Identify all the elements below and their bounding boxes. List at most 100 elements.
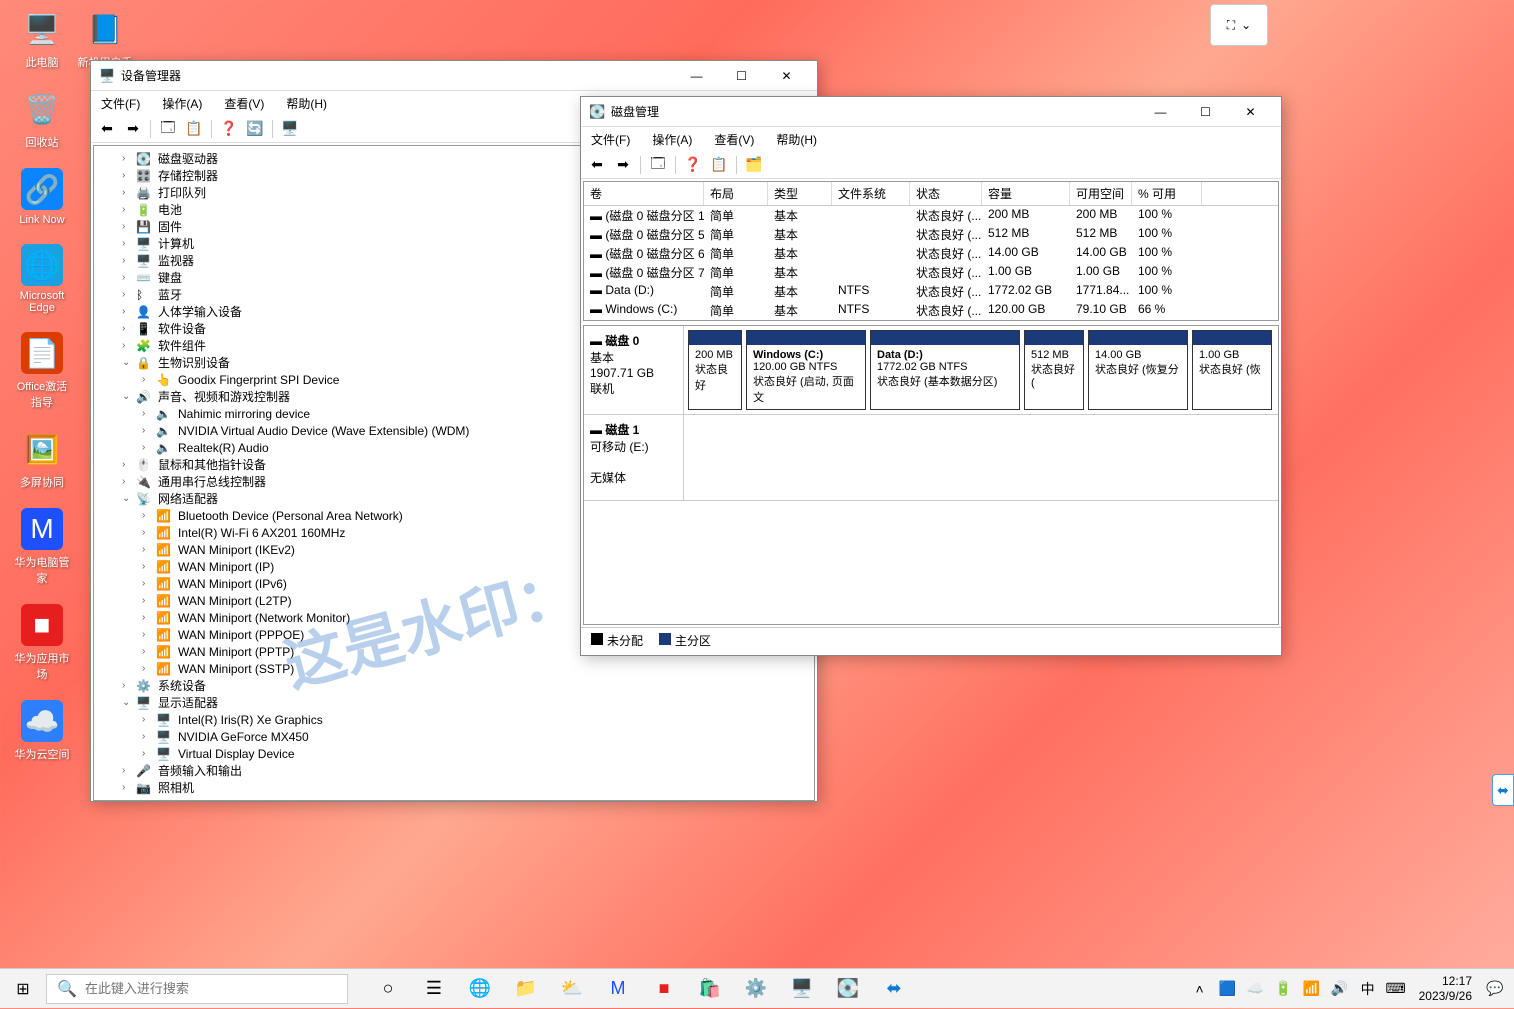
notification-button[interactable]: 💬 (1484, 980, 1506, 997)
table-header[interactable]: 卷 布局 类型 文件系统 状态 容量 可用空间 % 可用 (584, 182, 1278, 206)
desktop-icon[interactable]: 🔗Link Now (12, 168, 72, 226)
teamviewer-taskbar-icon[interactable]: ⬌ (872, 969, 916, 1009)
col-filesystem[interactable]: 文件系统 (832, 182, 910, 205)
volume-row[interactable]: ▬ (磁盘 0 磁盘分区 5)简单基本状态良好 (...512 MB512 MB… (584, 225, 1278, 244)
desktop-icon[interactable]: ☁️华为云空间 (12, 700, 72, 762)
desktop-icon[interactable]: 🌐Microsoft Edge (12, 244, 72, 314)
desktop-icon[interactable]: 🖥️此电脑 (12, 8, 72, 70)
expand-caret[interactable]: › (122, 323, 136, 334)
tray-wifi-icon[interactable]: 📶 (1301, 980, 1323, 997)
scan-button[interactable]: 🖥️ (278, 118, 302, 140)
titlebar[interactable]: 🖥️ 设备管理器 — ☐ ✕ (91, 61, 817, 91)
desktop-icon[interactable]: 🗑️回收站 (12, 88, 72, 150)
menu-item[interactable]: 操作(A) (158, 93, 206, 114)
expand-caret[interactable]: › (142, 595, 156, 606)
partition[interactable]: 1.00 GB状态良好 (恢 (1192, 330, 1272, 410)
tray-chevron-icon[interactable]: ˄ (1189, 981, 1211, 997)
partition[interactable]: Windows (C:)120.00 GB NTFS状态良好 (启动, 页面文 (746, 330, 866, 410)
menu-item[interactable]: 帮助(H) (772, 129, 821, 150)
tree-node[interactable]: ›⚙️系统设备 (94, 677, 814, 694)
expand-caret[interactable]: ⌄ (122, 391, 136, 402)
expand-caret[interactable]: › (122, 238, 136, 249)
partition[interactable]: 512 MB状态良好 ( (1024, 330, 1084, 410)
back-button[interactable]: ⬅ (585, 154, 609, 176)
help-button[interactable]: ❓ (217, 118, 241, 140)
disk-row[interactable]: ▬ 磁盘 1可移动 (E:)无媒体 (584, 415, 1278, 501)
expand-caret[interactable]: › (142, 714, 156, 725)
expand-caret[interactable]: › (122, 782, 136, 793)
expand-caret[interactable]: › (122, 255, 136, 266)
tray-app-icon[interactable]: 🟦 (1217, 980, 1239, 997)
desktop-icon[interactable]: M华为电脑管家 (12, 508, 72, 586)
expand-caret[interactable]: › (142, 442, 156, 453)
close-button[interactable]: ✕ (1228, 98, 1273, 126)
expand-caret[interactable]: › (122, 765, 136, 776)
col-status[interactable]: 状态 (910, 182, 982, 205)
desktop-icon[interactable]: 🖼️多屏协同 (12, 428, 72, 490)
volume-table[interactable]: 卷 布局 类型 文件系统 状态 容量 可用空间 % 可用 ▬ (磁盘 0 磁盘分… (583, 181, 1279, 321)
menu-item[interactable]: 文件(F) (97, 93, 144, 114)
tree-node[interactable]: ›📶WAN Miniport (SSTP) (94, 660, 814, 677)
menu-item[interactable]: 帮助(H) (282, 93, 331, 114)
minimize-button[interactable]: — (1138, 98, 1183, 126)
col-free[interactable]: 可用空间 (1070, 182, 1132, 205)
expand-caret[interactable]: › (122, 170, 136, 181)
partition[interactable]: Data (D:)1772.02 GB NTFS状态良好 (基本数据分区) (870, 330, 1020, 410)
minimize-button[interactable]: — (674, 62, 719, 90)
help-button[interactable]: ❓ (681, 154, 705, 176)
expand-caret[interactable]: › (122, 340, 136, 351)
menu-item[interactable]: 操作(A) (648, 129, 696, 150)
desktop-icon[interactable]: ■华为应用市场 (12, 604, 72, 682)
expand-caret[interactable]: › (142, 374, 156, 385)
tray-cloud-icon[interactable]: ☁️ (1245, 980, 1267, 997)
expand-caret[interactable]: › (122, 306, 136, 317)
volume-row[interactable]: ▬ Data (D:)简单基本NTFS状态良好 (...1772.02 GB17… (584, 282, 1278, 301)
tree-node[interactable]: ›🖥️NVIDIA GeForce MX450 (94, 728, 814, 745)
cortana-button[interactable]: ○ (366, 969, 410, 1009)
diskmgr-taskbar-icon[interactable]: 💽 (826, 969, 870, 1009)
menu-item[interactable]: 查看(V) (220, 93, 268, 114)
expand-caret[interactable]: › (142, 748, 156, 759)
desktop-icon[interactable]: 📄Office激活指导 (12, 332, 72, 410)
expand-caret[interactable]: › (122, 153, 136, 164)
volume-row[interactable]: ▬ (磁盘 0 磁盘分区 7)简单基本状态良好 (...1.00 GB1.00 … (584, 263, 1278, 282)
pcmanager-taskbar-icon[interactable]: M (596, 969, 640, 1009)
detail-button[interactable]: 🗔 (156, 118, 180, 140)
edge-taskbar-icon[interactable]: 🌐 (458, 969, 502, 1009)
screenshot-widget[interactable]: ⛶ ⌄ (1210, 4, 1268, 46)
expand-caret[interactable]: › (142, 646, 156, 657)
detail-button[interactable]: 🗔 (646, 154, 670, 176)
titlebar[interactable]: 💽 磁盘管理 — ☐ ✕ (581, 97, 1281, 127)
taskbar-clock[interactable]: 12:17 2023/9/26 (1413, 974, 1478, 1003)
expand-caret[interactable]: › (142, 663, 156, 674)
list-button[interactable]: 📋 (707, 154, 731, 176)
back-button[interactable]: ⬅ (95, 118, 119, 140)
expand-caret[interactable]: › (142, 425, 156, 436)
volume-row[interactable]: ▬ (磁盘 0 磁盘分区 1)简单基本状态良好 (...200 MB200 MB… (584, 206, 1278, 225)
weather-taskbar-icon[interactable]: ⛅ (550, 969, 594, 1009)
teamviewer-side-tab[interactable]: ⬌ (1492, 774, 1514, 806)
tray-battery-icon[interactable]: 🔋 (1273, 980, 1295, 997)
expand-caret[interactable]: › (122, 204, 136, 215)
taskbar-search[interactable]: 🔍 (46, 974, 348, 1004)
expand-caret[interactable]: › (142, 612, 156, 623)
menu-item[interactable]: 查看(V) (710, 129, 758, 150)
col-percent[interactable]: % 可用 (1132, 182, 1202, 205)
partition[interactable]: 200 MB状态良好 (688, 330, 742, 410)
expand-caret[interactable]: › (122, 289, 136, 300)
maximize-button[interactable]: ☐ (1183, 98, 1228, 126)
col-capacity[interactable]: 容量 (982, 182, 1070, 205)
disk-graph[interactable]: ▬ 磁盘 0基本1907.71 GB联机200 MB状态良好Windows (C… (583, 325, 1279, 625)
maximize-button[interactable]: ☐ (719, 62, 764, 90)
start-button[interactable]: ⊞ (0, 969, 46, 1009)
volume-row[interactable]: ▬ (磁盘 0 磁盘分区 6)简单基本状态良好 (...14.00 GB14.0… (584, 244, 1278, 263)
expand-caret[interactable]: › (122, 187, 136, 198)
expand-caret[interactable]: ⌄ (122, 357, 136, 368)
expand-caret[interactable]: › (122, 459, 136, 470)
expand-caret[interactable]: › (142, 629, 156, 640)
expand-caret[interactable]: › (122, 476, 136, 487)
expand-caret[interactable]: › (142, 408, 156, 419)
expand-caret[interactable]: › (122, 221, 136, 232)
close-button[interactable]: ✕ (764, 62, 809, 90)
taskview-button[interactable]: ☰ (412, 969, 456, 1009)
